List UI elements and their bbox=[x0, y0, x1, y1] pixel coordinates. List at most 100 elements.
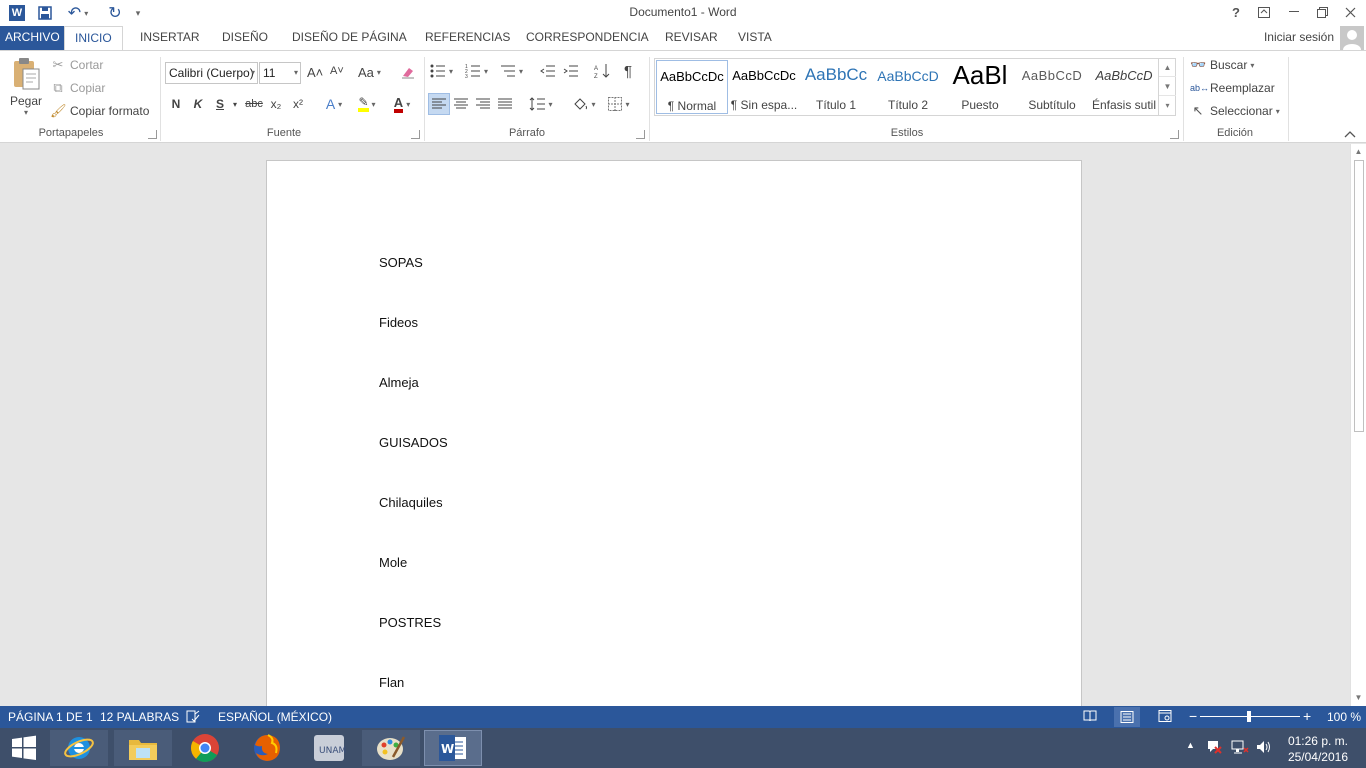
word-count[interactable]: 12 PALABRAS bbox=[100, 710, 179, 724]
paragraph[interactable]: SOPAS bbox=[379, 255, 423, 270]
taskbar-paint[interactable] bbox=[362, 730, 420, 766]
paragraph-launcher-icon[interactable] bbox=[636, 130, 645, 139]
taskbar-chrome[interactable] bbox=[176, 730, 234, 766]
borders-button[interactable]: ▾ bbox=[603, 93, 635, 115]
show-hidden-icons-icon[interactable]: ▲ bbox=[1186, 740, 1195, 750]
format-painter-button[interactable]: 🖌 Copiar formato bbox=[50, 103, 149, 119]
action-center-icon[interactable] bbox=[1206, 739, 1222, 758]
clipboard-launcher-icon[interactable] bbox=[148, 130, 157, 139]
tab-correspondencia[interactable]: CORRESPONDENCIA bbox=[516, 26, 659, 50]
font-color-button[interactable]: A ▾ bbox=[386, 93, 418, 115]
underline-button[interactable]: S bbox=[209, 93, 231, 115]
collapse-ribbon-icon[interactable] bbox=[1344, 127, 1358, 141]
clock-date[interactable]: 25/04/2016 bbox=[1288, 750, 1348, 764]
align-center-button[interactable] bbox=[450, 93, 472, 115]
style-normal[interactable]: AaBbCcDc ¶ Normal bbox=[656, 60, 728, 114]
highlight-button[interactable]: ✎ ▾ bbox=[351, 93, 383, 115]
help-button[interactable]: ? bbox=[1222, 0, 1250, 24]
read-mode-icon[interactable] bbox=[1083, 710, 1097, 725]
styles-launcher-icon[interactable] bbox=[1170, 130, 1179, 139]
style-enfasis-sutil[interactable]: AaBbCcD Énfasis sutil bbox=[1088, 60, 1160, 114]
gallery-up-icon[interactable]: ▲ bbox=[1159, 58, 1176, 77]
network-icon[interactable] bbox=[1231, 739, 1249, 758]
bullets-button[interactable]: ▾ bbox=[430, 64, 453, 78]
style-titulo-2[interactable]: AaBbCcD Título 2 bbox=[872, 60, 944, 114]
paragraph[interactable]: Chilaquiles bbox=[379, 495, 443, 510]
zoom-out-button[interactable]: − bbox=[1189, 708, 1197, 724]
tab-insertar[interactable]: INSERTAR bbox=[130, 26, 210, 50]
clear-formatting-button[interactable] bbox=[400, 64, 416, 80]
tab-inicio[interactable]: INICIO bbox=[64, 26, 123, 51]
font-launcher-icon[interactable] bbox=[411, 130, 420, 139]
volume-icon[interactable] bbox=[1256, 739, 1272, 758]
tab-diseno-pagina[interactable]: DISEÑO DE PÁGINA bbox=[282, 26, 417, 50]
zoom-level[interactable]: 100 % bbox=[1327, 710, 1361, 724]
restore-button[interactable] bbox=[1308, 0, 1336, 24]
shading-button[interactable]: ▾ bbox=[568, 93, 600, 115]
tab-vista[interactable]: VISTA bbox=[728, 26, 782, 50]
vertical-scrollbar[interactable]: ▲ ▼ bbox=[1350, 144, 1366, 706]
font-size-combo[interactable]: 11 ▾ bbox=[259, 62, 301, 84]
underline-dropdown-icon[interactable]: ▾ bbox=[229, 93, 241, 115]
paste-button[interactable]: Pegar ▾ bbox=[6, 57, 46, 121]
zoom-in-button[interactable]: + bbox=[1303, 708, 1311, 724]
language-indicator[interactable]: ESPAÑOL (MÉXICO) bbox=[218, 710, 332, 724]
paste-dropdown-icon[interactable]: ▾ bbox=[6, 108, 46, 117]
taskbar-unam[interactable]: UNAM bbox=[300, 730, 358, 766]
numbering-button[interactable]: 1 2 3 ▾ bbox=[465, 64, 488, 78]
decrease-indent-button[interactable] bbox=[540, 64, 556, 78]
superscript-button[interactable]: x² bbox=[287, 93, 309, 115]
strikethrough-button[interactable]: abc bbox=[243, 93, 265, 115]
document-page[interactable]: SOPAS Fideos Almeja GUISADOS Chilaquiles… bbox=[266, 160, 1082, 706]
subscript-button[interactable]: x₂ bbox=[265, 93, 287, 115]
scroll-thumb[interactable] bbox=[1354, 160, 1364, 432]
style-sin-espaciado[interactable]: AaBbCcDc ¶ Sin espa... bbox=[728, 60, 800, 114]
ribbon-display-options-icon[interactable] bbox=[1250, 0, 1278, 24]
style-subtitulo[interactable]: AaBbCcD Subtítulo bbox=[1016, 60, 1088, 114]
taskbar-internet-explorer[interactable] bbox=[50, 730, 108, 766]
style-titulo-1[interactable]: AaBbCc Título 1 bbox=[800, 60, 872, 114]
grow-font-button[interactable]: A˄ bbox=[307, 65, 323, 80]
show-marks-button[interactable]: ¶ bbox=[624, 63, 632, 80]
minimize-button[interactable] bbox=[1280, 0, 1308, 24]
align-right-button[interactable] bbox=[472, 93, 494, 115]
avatar[interactable] bbox=[1340, 26, 1364, 50]
copy-button[interactable]: ⧉ Copiar bbox=[50, 80, 105, 96]
shrink-font-button[interactable]: A˅ bbox=[330, 65, 344, 77]
tab-archivo[interactable]: ARCHIVO bbox=[0, 26, 65, 50]
scroll-up-icon[interactable]: ▲ bbox=[1351, 145, 1366, 159]
style-puesto[interactable]: AaBl Puesto bbox=[944, 60, 1016, 114]
increase-indent-button[interactable] bbox=[563, 64, 579, 78]
zoom-slider-thumb[interactable] bbox=[1247, 711, 1251, 722]
proofing-icon[interactable] bbox=[186, 710, 200, 726]
taskbar-file-explorer[interactable] bbox=[114, 730, 172, 766]
paragraph[interactable]: POSTRES bbox=[379, 615, 441, 630]
clock-time[interactable]: 01:26 p. m. bbox=[1288, 734, 1348, 748]
paragraph[interactable]: Mole bbox=[379, 555, 407, 570]
bold-button[interactable]: N bbox=[165, 93, 187, 115]
find-button[interactable]: 👓 Buscar ▾ bbox=[1190, 57, 1254, 73]
paragraph[interactable]: Almeja bbox=[379, 375, 419, 390]
multilevel-list-button[interactable]: ▾ bbox=[500, 64, 523, 78]
close-button[interactable] bbox=[1336, 0, 1364, 24]
replace-button[interactable]: ab↔ Reemplazar bbox=[1190, 80, 1275, 96]
align-left-button[interactable] bbox=[428, 93, 450, 115]
tab-diseno[interactable]: DISEÑO bbox=[212, 26, 278, 50]
paragraph[interactable]: Fideos bbox=[379, 315, 418, 330]
gallery-more-icon[interactable]: ▾ bbox=[1159, 96, 1176, 115]
tab-revisar[interactable]: REVISAR bbox=[655, 26, 728, 50]
page-count[interactable]: PÁGINA 1 DE 1 bbox=[8, 710, 93, 724]
cut-button[interactable]: ✂ Cortar bbox=[50, 57, 104, 73]
italic-button[interactable]: K bbox=[187, 93, 209, 115]
line-spacing-button[interactable]: ▾ bbox=[526, 93, 556, 115]
change-case-button[interactable]: Aa ▾ bbox=[358, 65, 381, 80]
scroll-down-icon[interactable]: ▼ bbox=[1351, 691, 1366, 705]
font-name-combo[interactable]: Calibri (Cuerpo) ▾ bbox=[165, 62, 258, 84]
select-button[interactable]: ↖ Seleccionar ▾ bbox=[1190, 103, 1280, 119]
taskbar-firefox[interactable] bbox=[238, 730, 296, 766]
paragraph[interactable]: Flan bbox=[379, 675, 404, 690]
start-button[interactable] bbox=[0, 730, 48, 766]
sign-in-link[interactable]: Iniciar sesión bbox=[1264, 30, 1334, 44]
web-layout-icon[interactable] bbox=[1158, 710, 1172, 725]
paragraph[interactable]: GUISADOS bbox=[379, 435, 448, 450]
